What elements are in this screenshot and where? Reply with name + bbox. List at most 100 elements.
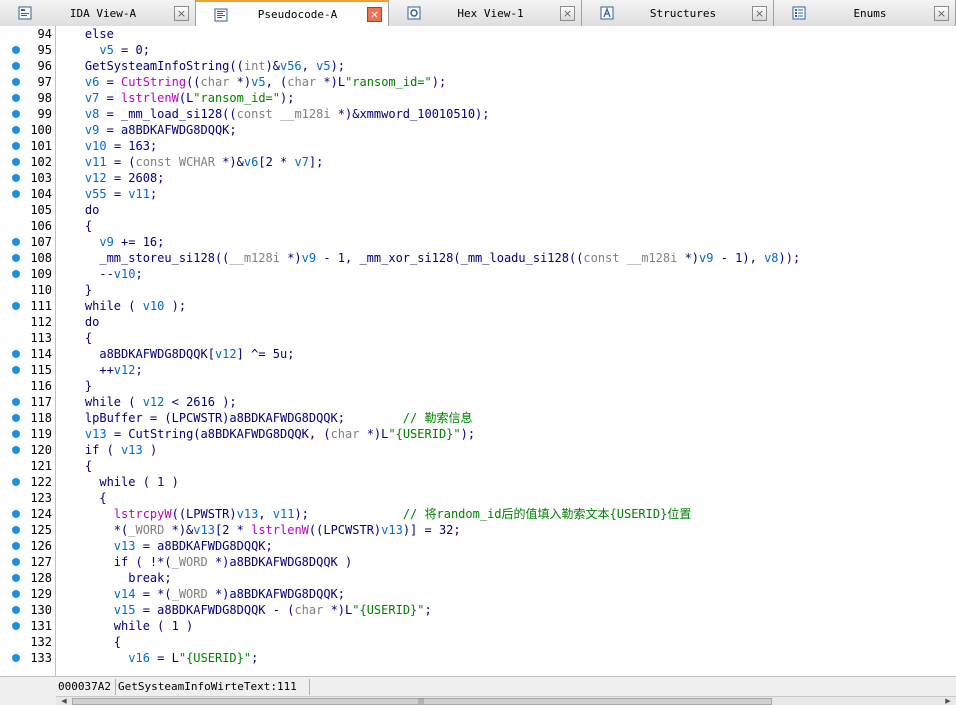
code-line[interactable]: v15 = a8BDKAFWDG8DQQK - (char *)L"{USERI… bbox=[56, 602, 432, 618]
gutter-line[interactable]: 120 bbox=[0, 442, 56, 458]
breakpoint-dot-icon[interactable] bbox=[12, 142, 20, 150]
code-token-var[interactable]: v55 bbox=[85, 187, 107, 201]
gutter-line[interactable]: 96 bbox=[0, 58, 56, 74]
gutter-line[interactable]: 110 bbox=[0, 282, 56, 298]
horizontal-scrollbar[interactable]: ◀ ||| ▶ bbox=[56, 696, 956, 705]
code-line[interactable]: { bbox=[56, 458, 92, 474]
close-icon[interactable]: × bbox=[560, 5, 575, 21]
code-token-var[interactable]: v11 bbox=[273, 507, 295, 521]
gutter-line[interactable]: 113 bbox=[0, 330, 56, 346]
code-token-var[interactable]: v15 bbox=[114, 603, 136, 617]
code-token-var[interactable]: v5 bbox=[251, 75, 265, 89]
code-token-var[interactable]: v12 bbox=[143, 395, 165, 409]
code-token-fn[interactable]: lstrcpyW bbox=[114, 507, 172, 521]
code-token-var[interactable]: v6 bbox=[85, 75, 99, 89]
code-line[interactable]: v9 = a8BDKAFWDG8DQQK; bbox=[56, 122, 237, 138]
gutter-line[interactable]: 105 bbox=[0, 202, 56, 218]
breakpoint-dot-icon[interactable] bbox=[12, 430, 20, 438]
gutter-line[interactable]: 97 bbox=[0, 74, 56, 90]
code-token-var[interactable]: v10 bbox=[143, 299, 165, 313]
breakpoint-dot-icon[interactable] bbox=[12, 350, 20, 358]
breakpoint-dot-icon[interactable] bbox=[12, 398, 20, 406]
code-line[interactable]: v12 = 2608; bbox=[56, 170, 164, 186]
code-token-var[interactable]: v12 bbox=[215, 347, 237, 361]
gutter-line[interactable]: 133 bbox=[0, 650, 56, 666]
code-line[interactable]: ++v12; bbox=[56, 362, 142, 378]
code-token-var[interactable]: v8 bbox=[85, 107, 99, 121]
tab-enums[interactable]: Enums × bbox=[774, 0, 956, 26]
code-line[interactable]: v14 = *(_WORD *)a8BDKAFWDG8DQQK; bbox=[56, 586, 345, 602]
gutter-line[interactable]: 114 bbox=[0, 346, 56, 362]
gutter-line[interactable]: 111 bbox=[0, 298, 56, 314]
breakpoint-dot-icon[interactable] bbox=[12, 558, 20, 566]
code-line[interactable]: v6 = CutString((char *)v5, (char *)L"ran… bbox=[56, 74, 446, 90]
breakpoint-dot-icon[interactable] bbox=[12, 238, 20, 246]
code-line[interactable]: while ( v12 < 2616 ); bbox=[56, 394, 237, 410]
code-line[interactable]: v11 = (const WCHAR *)&v6[2 * v7]; bbox=[56, 154, 323, 170]
gutter-line[interactable]: 109 bbox=[0, 266, 56, 282]
tab-pseudocode-a[interactable]: Pseudocode-A × bbox=[196, 0, 389, 27]
tab-ida-view-a[interactable]: IDA View-A × bbox=[0, 0, 196, 26]
gutter-line[interactable]: 124 bbox=[0, 506, 56, 522]
breakpoint-dot-icon[interactable] bbox=[12, 110, 20, 118]
gutter-line[interactable]: 102 bbox=[0, 154, 56, 170]
breakpoint-dot-icon[interactable] bbox=[12, 158, 20, 166]
breakpoint-dot-icon[interactable] bbox=[12, 446, 20, 454]
gutter-line[interactable]: 132 bbox=[0, 634, 56, 650]
pseudocode-view[interactable]: 94 95 96 97 98 99 100 101 102 103 104 105 106 107 108 1… bbox=[0, 26, 956, 676]
code-line[interactable]: break; bbox=[56, 570, 171, 586]
breakpoint-dot-icon[interactable] bbox=[12, 190, 20, 198]
code-line[interactable]: v5 = 0; bbox=[56, 42, 150, 58]
code-token-var[interactable]: v9 bbox=[85, 123, 99, 137]
code-token-var[interactable]: v14 bbox=[114, 587, 136, 601]
code-token-var[interactable]: v7 bbox=[85, 91, 99, 105]
breakpoint-dot-icon[interactable] bbox=[12, 590, 20, 598]
code-line[interactable]: v13 = CutString(a8BDKAFWDG8DQQK, (char *… bbox=[56, 426, 475, 442]
code-token-var[interactable]: v11 bbox=[128, 187, 150, 201]
gutter-line[interactable]: 115 bbox=[0, 362, 56, 378]
breakpoint-dot-icon[interactable] bbox=[12, 510, 20, 518]
code-token-var[interactable]: v11 bbox=[85, 155, 107, 169]
gutter-line[interactable]: 117 bbox=[0, 394, 56, 410]
breakpoint-dot-icon[interactable] bbox=[12, 414, 20, 422]
code-token-var[interactable]: v12 bbox=[85, 171, 107, 185]
gutter-line[interactable]: 108 bbox=[0, 250, 56, 266]
gutter-line[interactable]: 98 bbox=[0, 90, 56, 106]
code-token-fn[interactable]: CutString bbox=[121, 75, 186, 89]
code-line[interactable]: while ( v10 ); bbox=[56, 298, 186, 314]
code-line[interactable]: lstrcpyW((LPWSTR)v13, v11); // 将random_i… bbox=[56, 506, 692, 522]
code-pane[interactable]: else v5 = 0; GetSysteamInfoString((int)&… bbox=[56, 26, 956, 676]
code-token-var[interactable]: v13 bbox=[85, 427, 107, 441]
gutter-line[interactable]: 128 bbox=[0, 570, 56, 586]
breakpoint-dot-icon[interactable] bbox=[12, 526, 20, 534]
code-token-var[interactable]: v13 bbox=[237, 507, 259, 521]
gutter-line[interactable]: 118 bbox=[0, 410, 56, 426]
breakpoint-dot-icon[interactable] bbox=[12, 574, 20, 582]
gutter-line[interactable]: 122 bbox=[0, 474, 56, 490]
code-token-var[interactable]: v8 bbox=[764, 251, 778, 265]
code-line[interactable]: while ( 1 ) bbox=[56, 474, 178, 490]
gutter-line[interactable]: 99 bbox=[0, 106, 56, 122]
code-line[interactable]: } bbox=[56, 282, 92, 298]
breakpoint-dot-icon[interactable] bbox=[12, 270, 20, 278]
code-token-var[interactable]: v16 bbox=[128, 651, 150, 665]
gutter-line[interactable]: 121 bbox=[0, 458, 56, 474]
gutter-line[interactable]: 126 bbox=[0, 538, 56, 554]
code-token-var[interactable]: v9 bbox=[699, 251, 713, 265]
gutter-line[interactable]: 95 bbox=[0, 42, 56, 58]
code-line[interactable]: v13 = a8BDKAFWDG8DQQK; bbox=[56, 538, 273, 554]
gutter-line[interactable]: 104 bbox=[0, 186, 56, 202]
code-line[interactable]: GetSysteamInfoString((int)&v56, v5); bbox=[56, 58, 345, 74]
close-icon[interactable]: × bbox=[174, 5, 189, 21]
gutter-line[interactable]: 94 bbox=[0, 26, 56, 42]
gutter-line[interactable]: 131 bbox=[0, 618, 56, 634]
gutter-line[interactable]: 130 bbox=[0, 602, 56, 618]
gutter-line[interactable]: 112 bbox=[0, 314, 56, 330]
code-line[interactable]: if ( !*(_WORD *)a8BDKAFWDG8DQQK ) bbox=[56, 554, 352, 570]
code-line[interactable]: else bbox=[56, 26, 114, 42]
code-line[interactable]: v8 = _mm_load_si128((const __m128i *)&xm… bbox=[56, 106, 490, 122]
breakpoint-dot-icon[interactable] bbox=[12, 254, 20, 262]
code-line[interactable]: { bbox=[56, 218, 92, 234]
close-icon[interactable]: × bbox=[934, 5, 949, 21]
breakpoint-dot-icon[interactable] bbox=[12, 622, 20, 630]
